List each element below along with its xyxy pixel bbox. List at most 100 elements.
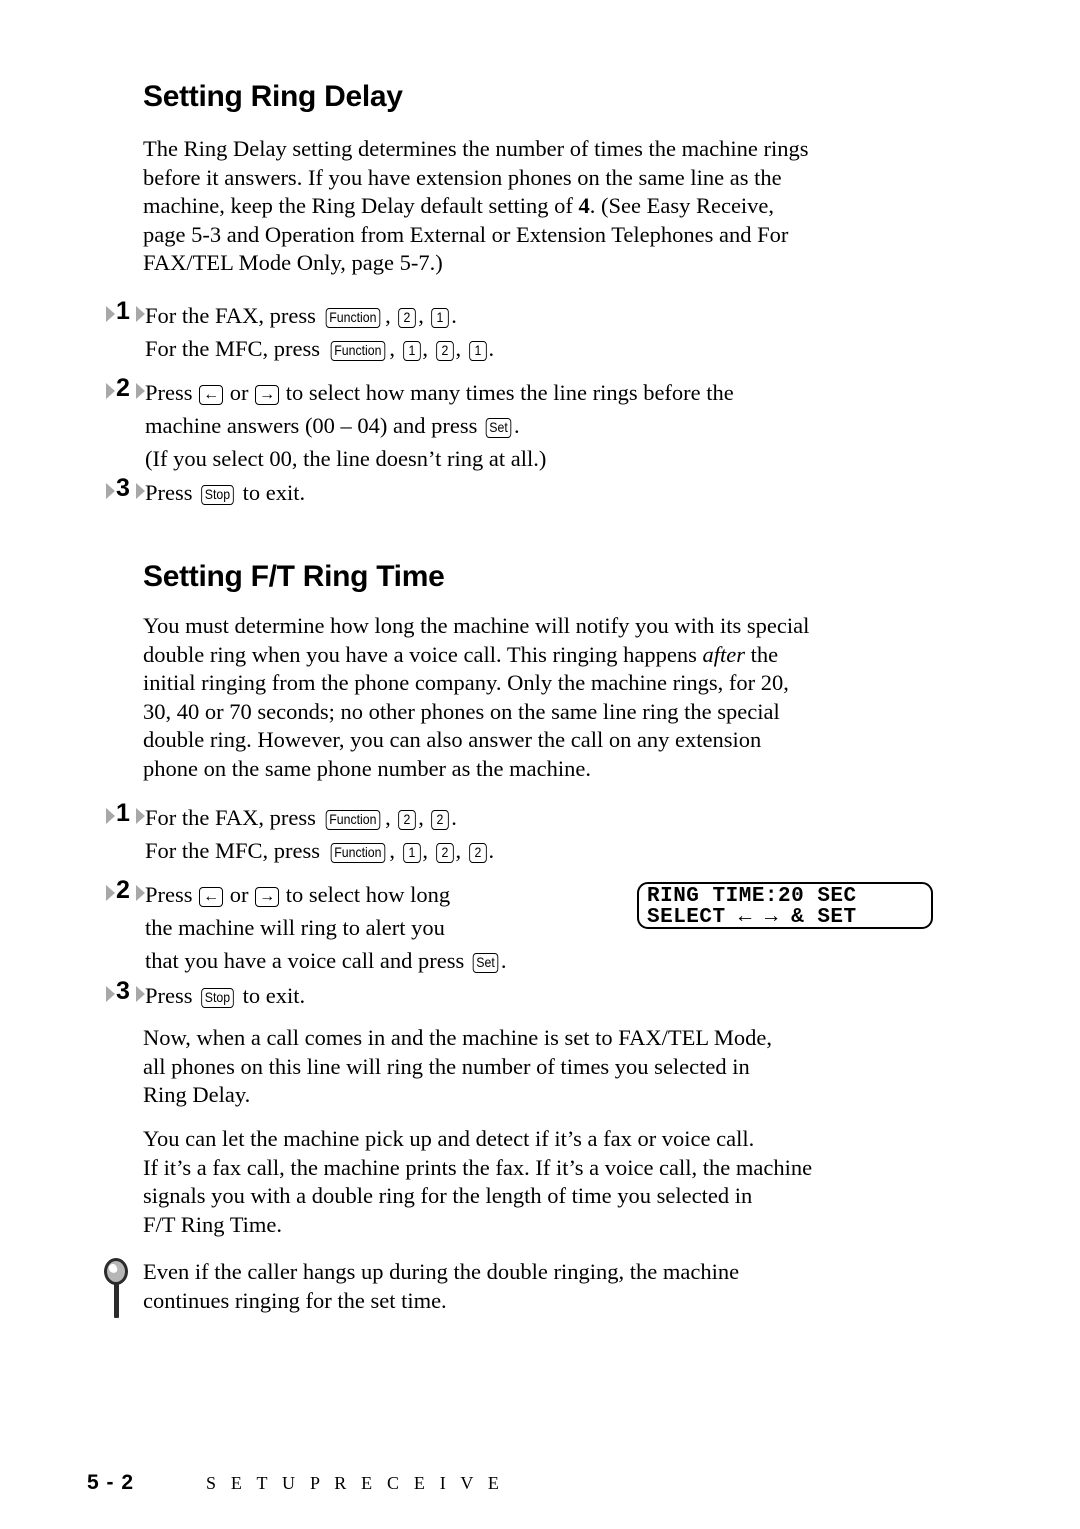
step-text-fragment: Press	[145, 480, 199, 505]
key-stop-button[interactable]: Stop	[201, 988, 234, 1008]
step-number: 2	[116, 876, 130, 904]
intro-line: FAX/TEL Mode Only, page 5-7.)	[143, 250, 443, 276]
paragraph-line: all phones on this line will ring the nu…	[143, 1053, 750, 1079]
key-function-button[interactable]: Function	[326, 810, 381, 830]
paragraph-line: If it’s a fax call, the machine prints t…	[143, 1154, 813, 1180]
key-left-arrow-icon[interactable]: ←	[199, 887, 224, 907]
key-digit-button[interactable]: 2	[435, 341, 454, 361]
intro-line: before it answers. If you have extension…	[143, 164, 782, 190]
intro-paragraph-ring-delay: The Ring Delay setting determines the nu…	[143, 135, 943, 278]
step-number: 1	[116, 297, 130, 325]
intro-line: double ring. However, you can also answe…	[143, 727, 762, 753]
step-text-fragment: .	[488, 336, 495, 361]
step-text-fragment: to select how many times the line rings …	[280, 380, 734, 405]
lcd-line-2: SELECT ← → & SET	[647, 906, 857, 929]
comma: ,	[422, 838, 434, 863]
step-text: For the FAX, press Function, 2, 1. For t…	[145, 299, 494, 365]
comma: ,	[418, 805, 430, 830]
step-text-fragment: to exit.	[236, 480, 306, 505]
step-text-fragment: Press	[145, 882, 199, 907]
note-line: Even if the caller hangs up during the d…	[143, 1259, 740, 1284]
key-function-button[interactable]: Function	[330, 341, 385, 361]
key-digit-button[interactable]: 2	[398, 308, 417, 328]
lcd-display-panel: RING TIME:20 SEC SELECT ← → & SET	[637, 882, 933, 929]
paragraph-line: signals you with a double ring for the l…	[143, 1183, 753, 1209]
paragraph-line: Ring Delay.	[143, 1082, 251, 1108]
marker-wing-left-icon	[106, 483, 115, 499]
key-digit-button[interactable]: 2	[468, 843, 487, 863]
key-digit-button[interactable]: 2	[435, 843, 454, 863]
step-text: Press Stop to exit.	[145, 979, 305, 1012]
marker-wing-right-icon	[136, 986, 145, 1002]
marker-wing-left-icon	[106, 986, 115, 1002]
emphasis-after: after	[702, 641, 745, 667]
step-text-fragment: .	[451, 303, 457, 328]
step-number: 3	[116, 474, 130, 502]
comma: ,	[385, 303, 397, 328]
paragraph-line: You can let the machine pick up and dete…	[143, 1126, 755, 1151]
step-text: Press ← or → to select how long the mach…	[145, 878, 507, 977]
marker-wing-left-icon	[106, 808, 115, 824]
key-set-button[interactable]: Set	[472, 953, 499, 973]
section-heading-ring-delay: Setting Ring Delay	[143, 80, 403, 113]
intro-line: initial ringing from the phone company. …	[143, 670, 789, 696]
marker-wing-right-icon	[136, 885, 145, 901]
intro-paragraph-ft-ring-time: You must determine how long the machine …	[143, 612, 943, 784]
comma: ,	[385, 805, 397, 830]
key-function-button[interactable]: Function	[326, 308, 381, 328]
step-text-fragment: .	[514, 413, 520, 438]
step-number-marker: 2	[106, 374, 148, 404]
intro-line: . (See Easy Receive,	[589, 193, 775, 219]
step-text-fragment: that you have a voice call and press	[145, 948, 470, 973]
step-text-fragment: .	[488, 838, 495, 863]
step-text-fragment: Press	[145, 983, 199, 1008]
step-text-fragment: or	[224, 380, 255, 405]
marker-wing-right-icon	[136, 306, 145, 322]
comma: ,	[455, 838, 467, 863]
key-function-button[interactable]: Function	[330, 843, 385, 863]
key-digit-button[interactable]: 1	[402, 843, 421, 863]
key-digit-button[interactable]: 2	[398, 810, 417, 830]
step-number: 1	[116, 799, 130, 827]
step-number-marker: 3	[106, 474, 148, 504]
intro-line: 30, 40 or 70 seconds; no other phones on…	[143, 698, 780, 724]
step-text-fragment: to exit.	[236, 983, 306, 1008]
marker-wing-right-icon	[136, 483, 145, 499]
magnifier-handle-icon	[114, 1283, 119, 1318]
intro-line: You must determine how long the machine …	[143, 613, 810, 638]
step-text: For the FAX, press Function, 2, 2. For t…	[145, 801, 494, 867]
key-stop-button[interactable]: Stop	[201, 485, 234, 505]
step-text-fragment: For the FAX, press	[145, 805, 322, 830]
marker-wing-left-icon	[106, 383, 115, 399]
key-digit-button[interactable]: 1	[402, 341, 421, 361]
step-text-fragment: the machine will ring to alert you	[145, 915, 445, 940]
marker-wing-left-icon	[106, 306, 115, 322]
step-text-fragment: For the FAX, press	[145, 303, 322, 328]
step-number: 2	[116, 374, 130, 402]
step-text-fragment: Press	[145, 380, 199, 405]
key-digit-button[interactable]: 1	[468, 341, 487, 361]
paragraph-line: F/T Ring Time.	[143, 1211, 283, 1237]
document-page: Setting Ring Delay The Ring Delay settin…	[0, 0, 1080, 1529]
intro-line: page 5-3 and Operation from External or …	[143, 221, 789, 247]
step-number-marker: 1	[106, 297, 148, 327]
key-right-arrow-icon[interactable]: →	[255, 385, 280, 405]
note-text: Even if the caller hangs up during the d…	[143, 1258, 943, 1315]
step-text-fragment: .	[451, 805, 457, 830]
comma: ,	[389, 838, 401, 863]
marker-wing-right-icon	[136, 383, 145, 399]
note-line: continues ringing for the set time.	[143, 1287, 447, 1313]
key-right-arrow-icon[interactable]: →	[255, 887, 280, 907]
followup-paragraph-2: You can let the machine pick up and dete…	[143, 1125, 943, 1239]
section-heading-ft-ring-time: Setting F/T Ring Time	[143, 560, 445, 593]
step-text-fragment: (If you select 00, the line doesn’t ring…	[145, 446, 547, 471]
key-digit-button[interactable]: 1	[431, 308, 450, 328]
step-text-fragment: machine answers (00 – 04) and press	[145, 413, 484, 438]
comma: ,	[418, 303, 430, 328]
key-set-button[interactable]: Set	[485, 418, 512, 438]
default-setting-value: 4	[578, 193, 590, 219]
magnifier-icon	[101, 1258, 131, 1320]
key-digit-button[interactable]: 2	[431, 810, 450, 830]
key-left-arrow-icon[interactable]: ←	[199, 385, 224, 405]
paragraph-line: Now, when a call comes in and the machin…	[143, 1025, 773, 1050]
